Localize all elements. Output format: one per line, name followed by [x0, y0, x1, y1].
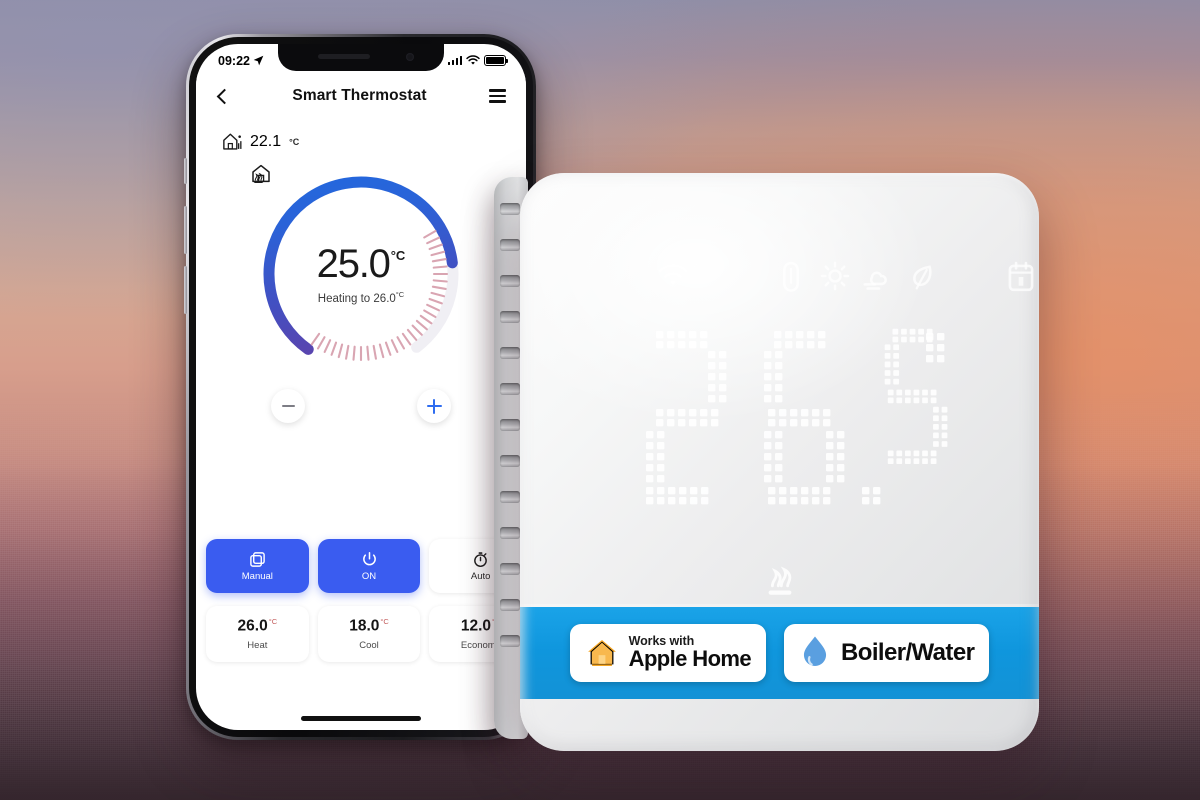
vent-slot [500, 563, 520, 575]
home-indicator[interactable] [301, 716, 421, 721]
wifi-icon [466, 55, 480, 65]
sun-icon [820, 261, 850, 291]
dial-status-label: Heating to 26.0 [317, 292, 396, 305]
preset-card-cool[interactable]: 18.0°C Cool [317, 606, 421, 662]
status-bar: 09:22 [196, 44, 526, 74]
dial-status-unit: °C [395, 289, 405, 299]
vent-slot [500, 527, 520, 539]
temperature-stepper [271, 389, 451, 423]
manual-copy-icon [250, 551, 265, 567]
phone-screen: 09:22 Smart Thermostat 22.1 °C 25.0 °C H… [196, 44, 526, 730]
vent-slot [500, 635, 520, 647]
increase-temperature-button[interactable] [417, 389, 451, 423]
ambient-temperature-value: 22.1 [250, 132, 282, 150]
vent-slot [500, 419, 520, 431]
page-title: Smart Thermostat [292, 87, 427, 104]
heating-flame-icon [254, 172, 263, 183]
status-bar-right [447, 55, 509, 66]
preset-temp-unit-heat: °C [268, 617, 278, 627]
vent-slot [500, 455, 520, 467]
badge-apple-home-text: Works with Apple Home [628, 635, 752, 672]
app-navigation-bar: Smart Thermostat [196, 74, 526, 118]
mode-button-on[interactable]: ON [317, 539, 421, 593]
vent-slot [500, 347, 520, 359]
calendar-schedule-icon [1008, 261, 1034, 292]
preset-temp-cool: 18.0°C [349, 617, 389, 635]
heating-waves-icon [768, 566, 791, 595]
status-bar-left: 09:22 [218, 54, 264, 68]
cellular-signal-icon [447, 56, 462, 65]
ambient-temperature-unit: °C [289, 136, 300, 147]
dial-temperature-row: 25.0 °C [317, 244, 406, 284]
vent-slot [500, 311, 520, 323]
badge-boiler-water-text: Boiler/Water [841, 639, 975, 666]
water-droplet-icon [803, 636, 827, 666]
device-led-display [646, 328, 948, 505]
plus-icon [426, 398, 442, 414]
preset-temp-unit-cool: °C [380, 617, 389, 627]
home-sensor-icon [223, 133, 242, 150]
dial-readout: 25.0 °C Heating to 26.0°C [251, 164, 471, 384]
vent-slot [500, 383, 520, 395]
preset-temp-value-heat: 26.0 [237, 617, 268, 635]
smart-thermostat-device: Works with Apple Home Boiler/Water [494, 173, 1039, 751]
mode-buttons-row: Manual ON Auto [206, 539, 526, 593]
badge-boiler-water: Boiler/Water [784, 624, 990, 682]
led-digit-6 [764, 331, 845, 505]
dial-temperature-unit: °C [390, 247, 406, 263]
minus-icon [281, 404, 295, 408]
led-degree-symbol [926, 333, 945, 363]
preset-temp-heat: 26.0°C [238, 617, 278, 635]
phone-volume-down-button[interactable] [184, 266, 187, 314]
status-bar-time: 09:22 [218, 53, 250, 68]
dial-status-text: Heating to 26.0°C [318, 290, 404, 305]
device-badges: Works with Apple Home Boiler/Water [520, 611, 1039, 695]
thermostat-dial[interactable]: 25.0 °C Heating to 26.0°C [251, 164, 471, 384]
vent-slot [500, 239, 520, 251]
location-arrow-icon [253, 55, 264, 66]
vent-slot [500, 491, 520, 503]
stopwatch-icon [474, 551, 488, 567]
vent-slot [500, 599, 520, 611]
apple-home-house-icon [587, 640, 616, 666]
led-decimal-point [862, 487, 881, 505]
device-front-panel: Works with Apple Home Boiler/Water [520, 173, 1039, 751]
dial-temperature-value: 25.0 [316, 241, 391, 286]
led-digit-2 [646, 331, 727, 505]
preset-temp-value-economy: 12.0 [460, 617, 492, 635]
decrease-temperature-button[interactable] [271, 389, 305, 423]
mode-label-auto: Auto [470, 570, 491, 582]
preset-label-cool: Cool [359, 639, 379, 651]
badge-apple-home: Works with Apple Home [569, 624, 767, 682]
vent-slot [500, 203, 520, 215]
device-status-icon-row [520, 259, 1039, 303]
phone-volume-up-button[interactable] [184, 206, 187, 254]
mode-label-on: ON [361, 570, 377, 582]
thermometer-icon [783, 261, 799, 292]
hamburger-menu-icon[interactable] [489, 89, 506, 103]
badge-apple-home-line2: Apple Home [628, 646, 752, 672]
preset-cards-row: 26.0°C Heat 18.0°C Cool 12.0°C Economy [206, 606, 526, 662]
preset-temp-value-cool: 18.0 [349, 617, 380, 635]
power-icon [362, 551, 376, 565]
vent-slot [500, 275, 520, 287]
preset-label-heat: Heat [247, 639, 268, 651]
phone-device: 09:22 Smart Thermostat 22.1 °C 25.0 °C H… [184, 34, 538, 740]
preset-card-heat[interactable]: 26.0°C Heat [206, 606, 309, 662]
phone-mute-switch[interactable] [184, 158, 187, 184]
wifi-icon [658, 264, 688, 286]
mode-button-manual[interactable]: Manual [206, 539, 309, 593]
cloud-wind-icon [863, 271, 887, 290]
mode-label-manual: Manual [241, 570, 273, 582]
chevron-left-icon[interactable] [216, 88, 233, 104]
battery-icon [484, 55, 509, 66]
leaf-eco-icon [913, 265, 932, 290]
ambient-temperature: 22.1 °C [222, 132, 299, 151]
